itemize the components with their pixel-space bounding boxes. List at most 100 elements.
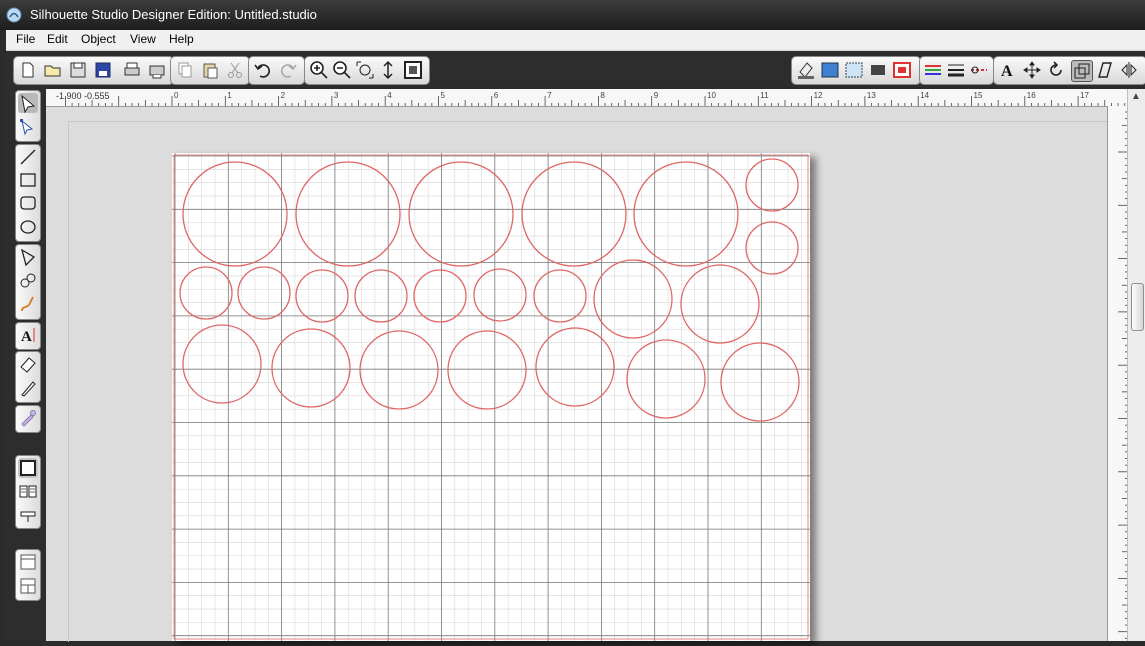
menu-view[interactable]: View xyxy=(130,32,156,46)
eyedropper-tool-icon[interactable] xyxy=(18,408,38,428)
menu-object[interactable]: Object xyxy=(81,32,116,46)
line-tool-icon[interactable] xyxy=(18,147,38,167)
ruler-label: 14 xyxy=(920,91,929,100)
design-view-icon[interactable] xyxy=(18,552,38,572)
menu-help[interactable]: Help xyxy=(169,32,194,46)
line-style-icon[interactable] xyxy=(868,60,888,80)
svg-text:A: A xyxy=(21,329,32,345)
knife-tool-icon[interactable] xyxy=(18,378,38,398)
ruler-label: 6 xyxy=(494,91,499,100)
fill-gradient-icon[interactable] xyxy=(820,60,840,80)
circle-shape xyxy=(633,161,739,267)
zoom-out-icon[interactable] xyxy=(332,60,352,80)
left-tool-panel: A xyxy=(6,87,46,641)
print-icon[interactable] xyxy=(122,60,142,80)
scrollbar-thumb[interactable] xyxy=(1131,283,1144,331)
fill-color-icon[interactable] xyxy=(796,60,816,80)
save-icon[interactable] xyxy=(68,60,88,80)
rounded-rectangle-tool-icon[interactable] xyxy=(18,193,38,213)
draw-tool-group xyxy=(15,144,41,242)
text-style-icon[interactable]: A xyxy=(997,60,1017,80)
history-toolbar-group xyxy=(248,56,305,85)
edit-points-icon[interactable] xyxy=(18,117,38,137)
vertical-ruler xyxy=(1107,106,1128,641)
ruler-label: 17 xyxy=(1080,91,1089,100)
select-pointer-icon[interactable] xyxy=(18,93,38,113)
library-icon[interactable] xyxy=(18,481,38,501)
vertical-scrollbar[interactable]: ▲ xyxy=(1127,89,1145,641)
scale-icon[interactable] xyxy=(1071,60,1093,82)
drag-pan-icon[interactable] xyxy=(378,60,398,80)
circle-shape xyxy=(271,328,351,408)
circle-shape xyxy=(593,259,673,339)
fill-pattern-icon[interactable] xyxy=(844,60,864,80)
library-view-icon[interactable] xyxy=(18,576,38,596)
zoom-select-icon[interactable] xyxy=(355,60,375,80)
circle-shape xyxy=(745,158,799,212)
line-options-icon[interactable] xyxy=(923,60,943,80)
new-icon[interactable] xyxy=(18,60,38,80)
cutting-mat-page[interactable] xyxy=(172,153,810,641)
open-icon[interactable] xyxy=(43,60,63,80)
ruler-label: 0 xyxy=(174,91,179,100)
circle-shape xyxy=(237,266,291,320)
print-and-cut-icon[interactable] xyxy=(147,60,167,80)
copy-icon[interactable] xyxy=(175,60,195,80)
redo-icon[interactable] xyxy=(278,60,298,80)
ruler-label: 8 xyxy=(600,91,605,100)
circle-shape xyxy=(521,161,627,267)
store-icon[interactable] xyxy=(18,504,38,524)
zoom-toolbar-group xyxy=(304,56,430,85)
transform-toolbar-group: A xyxy=(993,56,1145,85)
ellipse-tool-icon[interactable] xyxy=(18,217,38,237)
shear-icon[interactable] xyxy=(1095,60,1115,80)
text-tool-group: A xyxy=(15,322,41,350)
mirror-icon[interactable] xyxy=(1119,60,1139,80)
app-logo-icon xyxy=(6,7,22,23)
ruler-label: 1 xyxy=(227,91,232,100)
paste-icon[interactable] xyxy=(200,60,220,80)
clipboard-toolbar-group xyxy=(170,56,250,85)
cut-icon[interactable] xyxy=(225,60,245,80)
transform-icon[interactable] xyxy=(1022,60,1042,80)
fill-line-toolbar-group xyxy=(791,56,921,85)
circle-shape xyxy=(182,161,288,267)
ruler-label: 13 xyxy=(867,91,876,100)
ruler-label: 4 xyxy=(387,91,392,100)
erase-tool-group xyxy=(15,351,41,403)
curve-tool-icon[interactable] xyxy=(18,271,38,291)
page-grid-and-shapes xyxy=(172,153,810,641)
line-width-icon[interactable] xyxy=(946,60,966,80)
menu-bar: File Edit Object View Help xyxy=(6,30,1145,51)
polygon-tool-icon[interactable] xyxy=(18,247,38,267)
undo-icon[interactable] xyxy=(253,60,273,80)
eraser-tool-icon[interactable] xyxy=(18,354,38,374)
design-canvas[interactable] xyxy=(46,107,1108,642)
svg-text:A: A xyxy=(1001,63,1013,80)
circle-shape xyxy=(626,339,706,419)
path-tool-group xyxy=(15,244,41,320)
circle-shape xyxy=(680,264,760,344)
page-settings-icon[interactable] xyxy=(18,458,38,478)
cut-style-icon[interactable] xyxy=(969,60,989,80)
horizontal-ruler: 0 1 2 3 4 5 6 7 8 9 10 11 12 13 14 15 16 17 -1.900 -0.555 xyxy=(46,89,1127,107)
circle-shape xyxy=(745,221,799,275)
zoom-in-icon[interactable] xyxy=(309,60,329,80)
ruler-label: 2 xyxy=(281,91,286,100)
fit-to-page-icon[interactable] xyxy=(403,60,423,80)
scroll-up-arrow-icon[interactable]: ▲ xyxy=(1131,91,1141,102)
line-color-icon[interactable] xyxy=(892,60,912,80)
cut-border xyxy=(173,154,809,640)
save-to-sd-icon[interactable] xyxy=(93,60,113,80)
rectangle-tool-icon[interactable] xyxy=(18,170,38,190)
text-tool-icon[interactable]: A xyxy=(18,325,38,345)
menu-file[interactable]: File xyxy=(16,32,35,46)
rotate-icon[interactable] xyxy=(1046,60,1066,80)
ruler-label: 7 xyxy=(547,91,552,100)
cursor-coordinates: -1.900 -0.555 xyxy=(56,91,110,101)
ruler-label: 3 xyxy=(334,91,339,100)
circle-shape xyxy=(354,269,408,323)
menu-edit[interactable]: Edit xyxy=(47,32,68,46)
freehand-tool-icon[interactable] xyxy=(18,295,38,315)
window-title: Silhouette Studio Designer Edition: Unti… xyxy=(30,7,317,22)
